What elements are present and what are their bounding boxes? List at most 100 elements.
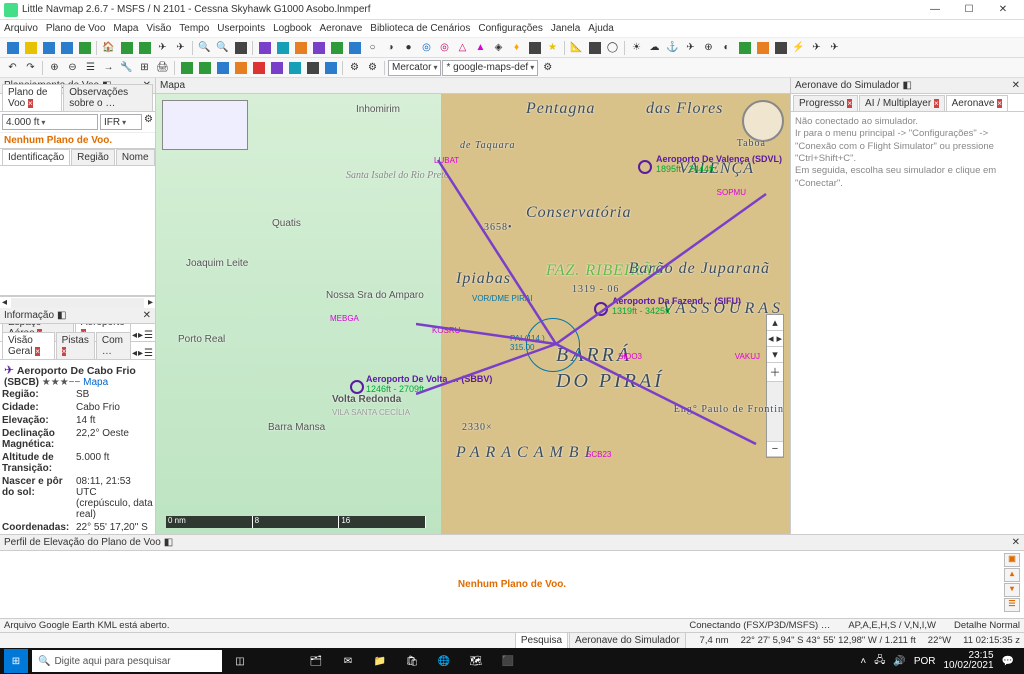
- menu-tempo[interactable]: Tempo: [179, 23, 209, 34]
- tab-visao-geral[interactable]: Visão Geral ×: [2, 332, 55, 359]
- map-settings-icon[interactable]: ⚙: [539, 59, 556, 76]
- minimize-button[interactable]: ―: [918, 0, 952, 20]
- subtab-regiao[interactable]: Região: [71, 149, 115, 165]
- show-alt-icon[interactable]: [322, 59, 339, 76]
- menu-janela[interactable]: Janela: [551, 23, 580, 34]
- reload-icon[interactable]: [76, 39, 93, 56]
- sim-pin-icon[interactable]: ◧: [903, 80, 912, 91]
- show-tod-icon[interactable]: [286, 59, 303, 76]
- pattern-icon[interactable]: ♦: [508, 39, 525, 56]
- zoom-left-icon[interactable]: ◂ ▸: [767, 331, 783, 347]
- menu-logbook[interactable]: Logbook: [273, 23, 311, 34]
- airport-map-link[interactable]: Mapa: [83, 377, 108, 388]
- star-icon[interactable]: ★: [544, 39, 561, 56]
- airspace5-icon[interactable]: ◎: [436, 39, 453, 56]
- undo-icon[interactable]: ↶: [4, 59, 21, 76]
- tray-up-icon[interactable]: ˄: [860, 656, 866, 667]
- info-tabs2-menu[interactable]: ☰: [144, 348, 153, 359]
- info-tabs-menu[interactable]: ☰: [144, 330, 153, 341]
- tray-net-icon[interactable]: 🖧: [874, 653, 885, 670]
- info-close-icon[interactable]: ✕: [143, 310, 151, 321]
- save-plan-icon[interactable]: [40, 39, 57, 56]
- tab-sim-bottom[interactable]: Aeronave do Simulador: [569, 632, 686, 648]
- online-icon[interactable]: ◐: [718, 39, 735, 56]
- subtab-nome[interactable]: Nome: [116, 149, 155, 165]
- tab-search[interactable]: Pesquisa: [515, 632, 568, 648]
- tb-explorer-icon[interactable]: 📁: [366, 648, 394, 674]
- plan-icon[interactable]: [136, 39, 153, 56]
- show-top-icon[interactable]: [268, 59, 285, 76]
- tb-chrome-icon[interactable]: 🌐: [430, 648, 458, 674]
- profile-pin-icon[interactable]: ◧: [164, 537, 173, 548]
- airspace3-icon[interactable]: ●: [400, 39, 417, 56]
- close-button[interactable]: ✕: [986, 0, 1020, 20]
- tab-prog-close[interactable]: ×: [847, 99, 852, 108]
- tab-com[interactable]: Com …: [96, 332, 131, 359]
- menu-aeronave[interactable]: Aeronave: [319, 23, 362, 34]
- info-tabs2-right[interactable]: ▸: [138, 348, 143, 359]
- direct-icon[interactable]: →: [100, 59, 117, 76]
- tab-aeronave[interactable]: Aeronave ×: [946, 95, 1008, 111]
- show-missed-icon[interactable]: [232, 59, 249, 76]
- misc4-icon[interactable]: ⚡: [790, 39, 807, 56]
- zoom-down-icon[interactable]: ▾: [767, 347, 783, 363]
- profile-close-icon[interactable]: ✕: [1012, 537, 1020, 548]
- tb-app2-icon[interactable]: ✉: [334, 648, 362, 674]
- map-canvas[interactable]: ▴ ◂ ▸ ▾ ＋ − Pentagna das Flores de Taqua…: [156, 94, 790, 534]
- tray-date[interactable]: 10/02/2021: [943, 661, 993, 671]
- traffic-icon[interactable]: ⊕: [700, 39, 717, 56]
- zoom-up-icon[interactable]: ▴: [767, 315, 783, 331]
- sim-close-icon[interactable]: ✕: [1012, 80, 1020, 91]
- open-plan-icon[interactable]: [22, 39, 39, 56]
- menu-mapa[interactable]: Mapa: [113, 23, 138, 34]
- airport-sbbv-icon[interactable]: [350, 380, 364, 394]
- altitude-combo[interactable]: 4.000 ft: [2, 114, 98, 130]
- airport-sifu-icon[interactable]: [594, 302, 608, 316]
- profile-expand-icon[interactable]: ▣: [1004, 553, 1020, 567]
- wind-icon[interactable]: ☁: [646, 39, 663, 56]
- start-button[interactable]: ⊞: [4, 649, 28, 673]
- grid-icon[interactable]: ▲: [472, 39, 489, 56]
- tab-ai[interactable]: AI / Multiplayer ×: [859, 95, 945, 111]
- reset-icon[interactable]: [232, 39, 249, 56]
- misc1-icon[interactable]: [736, 39, 753, 56]
- plan-settings-icon[interactable]: ⚙: [144, 114, 153, 130]
- delete-trail-icon[interactable]: ✈: [172, 39, 189, 56]
- info-tabs-right[interactable]: ▸: [138, 330, 143, 341]
- projection-combo[interactable]: Mercator: [388, 60, 441, 76]
- menu-ajuda[interactable]: Ajuda: [588, 23, 614, 34]
- aircraft-icon[interactable]: ✈: [154, 39, 171, 56]
- tab-pistas-close[interactable]: ×: [62, 347, 67, 356]
- show-appr-icon[interactable]: [214, 59, 231, 76]
- copy-icon[interactable]: ⊞: [136, 59, 153, 76]
- zoom-minus-icon[interactable]: −: [767, 442, 783, 457]
- menu-arquivo[interactable]: Arquivo: [4, 23, 38, 34]
- menu-config[interactable]: Configurações: [478, 23, 542, 34]
- tray-time[interactable]: 23:15: [943, 651, 993, 661]
- tab-visao-close[interactable]: ×: [35, 347, 40, 356]
- tab-observacoes[interactable]: Observações sobre o …: [63, 84, 153, 111]
- taskbar-search[interactable]: 🔍 Digite aqui para pesquisar: [32, 650, 222, 672]
- info-tabs-left[interactable]: ◂: [132, 330, 137, 341]
- tb-app1-icon[interactable]: 🗂: [302, 648, 330, 674]
- rule-combo[interactable]: IFR: [100, 114, 142, 130]
- range-icon[interactable]: ◈: [490, 39, 507, 56]
- info-tabs2-left[interactable]: ◂: [132, 348, 137, 359]
- tray-vol-icon[interactable]: 🔊: [893, 656, 905, 667]
- mini-map[interactable]: [162, 100, 248, 150]
- ring-icon[interactable]: ◯: [604, 39, 621, 56]
- print-icon[interactable]: 🖨: [154, 59, 171, 76]
- save-as-icon[interactable]: [58, 39, 75, 56]
- misc3-icon[interactable]: [772, 39, 789, 56]
- vor-toggle-icon[interactable]: [274, 39, 291, 56]
- tab-ai-close[interactable]: ×: [934, 99, 939, 108]
- zoom-slider[interactable]: [767, 382, 783, 442]
- misc5-icon[interactable]: ✈: [808, 39, 825, 56]
- airport-sdvl-icon[interactable]: [638, 160, 652, 174]
- airspace6-icon[interactable]: △: [454, 39, 471, 56]
- tab-plano-voo[interactable]: Plano de Voo ×: [2, 84, 62, 111]
- airway-toggle-icon[interactable]: [346, 39, 363, 56]
- zoom-in-icon[interactable]: 🔍: [196, 39, 213, 56]
- ai-icon[interactable]: ✈: [682, 39, 699, 56]
- planning-scroll-right[interactable]: ▸: [146, 297, 155, 308]
